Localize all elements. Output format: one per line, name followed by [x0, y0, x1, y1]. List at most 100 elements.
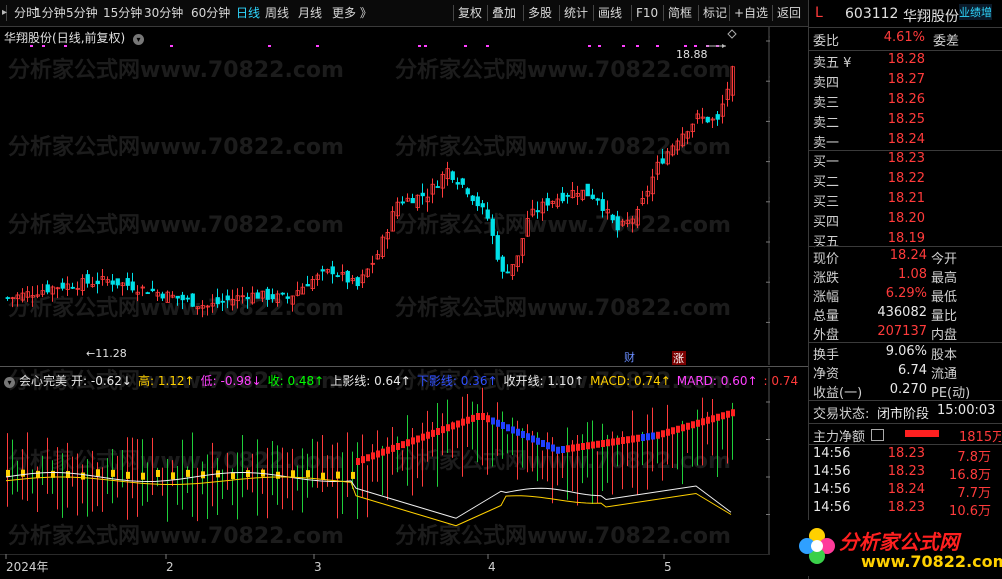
candle-body[interactable]	[465, 188, 470, 195]
panel-divider	[809, 400, 1002, 401]
candle-body[interactable]	[410, 198, 415, 204]
candle-body[interactable]	[225, 295, 230, 301]
toolbar-btn-3[interactable]: 统计	[564, 0, 588, 26]
candle-body[interactable]	[330, 266, 335, 275]
candle-body[interactable]	[535, 210, 540, 213]
toolbar-tab-9[interactable]: 更多 》	[332, 0, 372, 26]
candle-body[interactable]	[615, 216, 620, 231]
candle-body[interactable]	[125, 278, 130, 286]
ask-price-2[interactable]: 18.25	[881, 112, 925, 127]
candle-body[interactable]	[285, 296, 290, 299]
toolbar-tab-1[interactable]: 1分钟	[34, 0, 66, 26]
candle-body[interactable]	[215, 297, 220, 305]
candle-body[interactable]	[345, 270, 350, 283]
candle-body[interactable]	[145, 292, 150, 294]
candle-body[interactable]	[70, 286, 75, 289]
candle-body[interactable]	[715, 114, 720, 120]
bid-price-3[interactable]: 18.21	[881, 191, 925, 206]
candle-body[interactable]	[490, 218, 495, 236]
candle-body[interactable]	[245, 296, 250, 300]
candle-body[interactable]	[60, 282, 65, 289]
candle-body[interactable]	[95, 280, 100, 285]
candle-body[interactable]	[545, 198, 550, 206]
ask-price-1[interactable]: 18.24	[881, 132, 925, 147]
candle-body[interactable]	[5, 297, 10, 299]
candle-body[interactable]	[255, 292, 260, 299]
candle-body[interactable]	[320, 269, 325, 272]
candle-body[interactable]	[495, 235, 500, 260]
toolbar-btn-2[interactable]: 多股	[528, 0, 552, 26]
candle-body[interactable]	[565, 194, 570, 197]
candle-body[interactable]	[460, 178, 465, 185]
toolbar-btn-4[interactable]: 画线	[598, 0, 622, 26]
candle-body[interactable]	[280, 292, 285, 295]
candle-body[interactable]	[180, 294, 185, 301]
candle-body[interactable]	[485, 209, 490, 219]
bid-price-1[interactable]: 18.23	[881, 151, 925, 166]
toolbar-tab-4[interactable]: 30分钟	[144, 0, 183, 26]
collapse-icon[interactable]: ▸	[2, 0, 7, 26]
candle-body[interactable]	[335, 275, 340, 277]
candle-body[interactable]	[355, 277, 360, 287]
dropdown-icon[interactable]: ▾	[133, 34, 145, 45]
finance-marker[interactable]: 财	[624, 350, 635, 364]
candle-body[interactable]	[160, 293, 165, 299]
toolbar-tab-8[interactable]: 月线	[298, 0, 322, 26]
candle-body[interactable]	[45, 284, 50, 293]
candle-body[interactable]	[475, 196, 480, 207]
candle-body[interactable]	[590, 194, 595, 199]
candle-body[interactable]	[705, 116, 710, 123]
candle-body[interactable]	[110, 280, 115, 285]
bid-price-2[interactable]: 18.22	[881, 171, 925, 186]
indicator-chart[interactable]: 分析家公式网www.70822.com 分析家公式网www.70822.com 分析…	[0, 368, 770, 554]
toolbar-btn-6[interactable]: 简框	[668, 0, 692, 26]
bid-price-4[interactable]: 18.20	[881, 211, 925, 226]
candle-body[interactable]	[185, 297, 190, 300]
toolbar-btn-5[interactable]: F10	[636, 0, 658, 26]
toolbar-tab-7[interactable]: 周线	[265, 0, 289, 26]
candle-body[interactable]	[420, 192, 425, 197]
candle-body[interactable]	[150, 288, 155, 292]
toolbar-btn-8[interactable]: +自选	[734, 0, 768, 26]
toolbar-tab-3[interactable]: 15分钟	[103, 0, 142, 26]
candle-body[interactable]	[660, 158, 665, 164]
candle-body[interactable]	[435, 186, 440, 188]
toolbar-btn-0[interactable]: 复权	[458, 0, 482, 26]
candle-body[interactable]	[220, 300, 225, 303]
toolbar-tab-6[interactable]: 日线	[236, 0, 260, 26]
candle-body[interactable]	[500, 256, 505, 272]
toolbar-tab-2[interactable]: 5分钟	[66, 0, 98, 26]
candle-body[interactable]	[305, 284, 310, 287]
candle-body[interactable]	[270, 294, 275, 300]
candle-body[interactable]	[610, 214, 615, 221]
candle-body[interactable]	[480, 203, 485, 208]
ask-price-5[interactable]: 18.28	[881, 52, 925, 67]
candle-body[interactable]	[85, 274, 90, 284]
candle-body[interactable]	[470, 195, 475, 202]
candle-body[interactable]	[505, 271, 510, 274]
candle-body[interactable]	[595, 198, 600, 201]
toolbar-btn-7[interactable]: 标记	[703, 0, 727, 26]
tag-badge[interactable]: 业绩增	[959, 4, 992, 20]
candle-body[interactable]	[190, 293, 195, 307]
candle-body[interactable]	[175, 295, 180, 299]
candle-body[interactable]	[115, 278, 120, 286]
candle-body[interactable]	[600, 199, 605, 211]
toolbar-btn-9[interactable]: 返回	[777, 0, 801, 26]
candle-body[interactable]	[450, 171, 455, 180]
candle-body[interactable]	[400, 201, 405, 204]
rise-marker[interactable]: 涨	[673, 352, 684, 365]
ask-price-4[interactable]: 18.27	[881, 72, 925, 87]
toolbar-tab-5[interactable]: 60分钟	[191, 0, 230, 26]
candle-body[interactable]	[455, 182, 460, 185]
candle-body[interactable]	[265, 288, 270, 300]
toolbar-btn-1[interactable]: 叠加	[492, 0, 516, 26]
candle-body[interactable]	[130, 281, 135, 291]
bid-price-5[interactable]: 18.19	[881, 231, 925, 246]
ask-price-3[interactable]: 18.26	[881, 92, 925, 107]
candle-body[interactable]	[560, 192, 565, 202]
candlestick-chart[interactable]: 分析家公式网www.70822.com 分析家公式网www.70822.com 分析…	[0, 27, 770, 365]
settings-icon[interactable]: ▾	[4, 377, 15, 388]
table-icon[interactable]	[871, 429, 884, 441]
candle-body[interactable]	[585, 183, 590, 197]
